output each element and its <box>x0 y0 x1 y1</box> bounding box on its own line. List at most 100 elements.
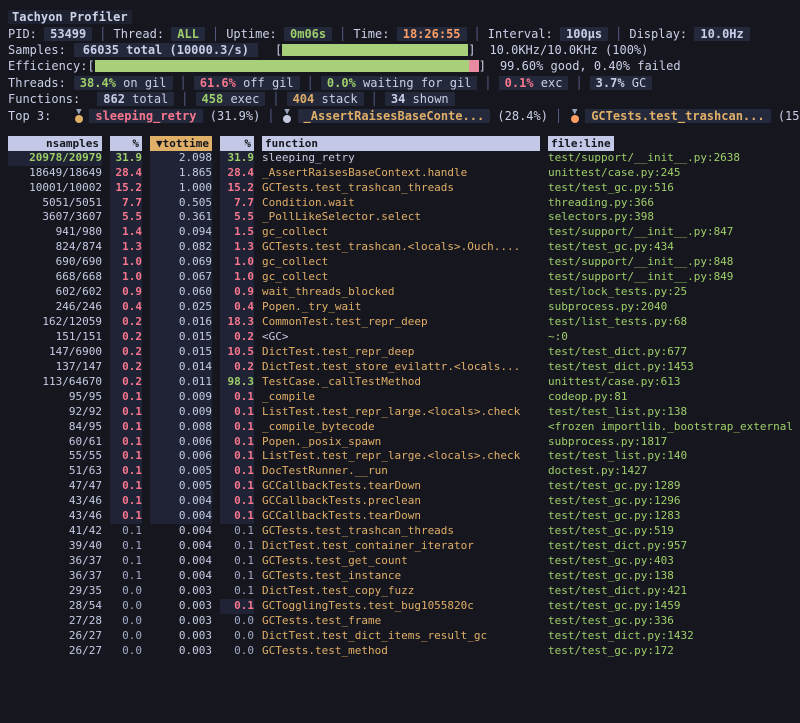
cell-function: _PollLikeSelector.select <box>262 210 540 225</box>
metric-unit: waiting for gil <box>356 76 472 90</box>
samples-bar-close-bracket: ] <box>468 43 475 57</box>
cell-function: DictTest.test_store_evilattr.<locals... <box>262 360 540 375</box>
cell-file-line: test/list_tests.py:68 <box>548 315 800 330</box>
cell-pct-cumulative: 0.1 <box>220 390 254 405</box>
silver-medal-icon <box>282 109 293 123</box>
table-row: 95/950.10.0090.1_compilecodeop.py:81 <box>8 390 800 405</box>
column-header-function[interactable]: function <box>262 136 540 151</box>
top-function-pct: (15.2%) <box>771 109 800 123</box>
table-row: 47/470.10.0050.1GCCallbackTests.tearDown… <box>8 479 800 494</box>
samples-line: Samples:66035 total (10000.3/s)[]10.0KHz… <box>8 42 800 58</box>
cell-tottime: 0.011 <box>150 375 212 390</box>
column-header-pct-direct[interactable]: % <box>110 136 142 151</box>
metric-value: 0.1% <box>505 76 534 90</box>
cell-pct-direct: 0.2 <box>110 375 142 390</box>
separator-icon: │ <box>568 76 589 90</box>
table-row: 55/550.10.0060.1ListTest.test_repr_large… <box>8 449 800 464</box>
cell-tottime: 0.009 <box>150 390 212 405</box>
cell-nsamples: 690/690 <box>8 255 102 270</box>
cell-nsamples: 3607/3607 <box>8 210 102 225</box>
status-label: PID: <box>8 27 44 41</box>
table-row: 3607/36075.50.3615.5_PollLikeSelector.se… <box>8 210 800 225</box>
column-header-tottime[interactable]: ▼tottime <box>150 136 212 151</box>
table-row: 824/8741.30.0821.3GCTests.test_trashcan.… <box>8 240 800 255</box>
top-function-name: GCTests.test_trashcan... <box>585 109 770 123</box>
cell-nsamples: 47/47 <box>8 479 102 494</box>
cell-pct-direct: 15.2 <box>110 181 142 196</box>
metric-chip: 0.0% waiting for gil <box>321 76 478 90</box>
cell-pct-cumulative: 98.3 <box>220 375 254 390</box>
table-row: 137/1470.20.0140.2DictTest.test_store_ev… <box>8 360 800 375</box>
cell-pct-cumulative: 0.4 <box>220 300 254 315</box>
table-row: 36/370.10.0040.1GCTests.test_get_countte… <box>8 554 800 569</box>
status-value: 10.0Hz <box>694 27 749 41</box>
cell-pct-cumulative: 0.1 <box>220 584 254 599</box>
cell-tottime: 0.082 <box>150 240 212 255</box>
table-row: 26/270.00.0030.0GCTests.test_methodtest/… <box>8 644 800 659</box>
cell-nsamples: 26/27 <box>8 629 102 644</box>
metric-chip: 458 exec <box>196 92 266 106</box>
cell-file-line: test/support/__init__.py:848 <box>548 255 800 270</box>
separator-icon: │ <box>174 92 195 106</box>
cell-pct-direct: 0.1 <box>110 420 142 435</box>
status-value: 18:26:55 <box>397 27 467 41</box>
cell-pct-direct: 1.0 <box>110 270 142 285</box>
table-row: 151/1510.20.0150.2<GC>~:0 <box>8 330 800 345</box>
cell-function: ListTest.test_repr_large.<locals>.check <box>262 449 540 464</box>
cell-tottime: 0.004 <box>150 539 212 554</box>
cell-tottime: 0.006 <box>150 449 212 464</box>
cell-nsamples: 36/37 <box>8 554 102 569</box>
cell-file-line: test/test_gc.py:516 <box>548 181 800 196</box>
cell-pct-direct: 0.1 <box>110 554 142 569</box>
cell-pct-cumulative: 0.1 <box>220 539 254 554</box>
cell-pct-direct: 0.1 <box>110 435 142 450</box>
metric-value: 34 <box>391 92 405 106</box>
cell-file-line: threading.py:366 <box>548 196 800 211</box>
table-row: 43/460.10.0040.1GCCallbackTests.tearDown… <box>8 509 800 524</box>
cell-nsamples: 95/95 <box>8 390 102 405</box>
column-header-file-line[interactable]: file:line <box>548 136 614 151</box>
cell-function: GCCallbackTests.tearDown <box>262 479 540 494</box>
cell-nsamples: 147/6900 <box>8 345 102 360</box>
status-label: Uptime: <box>226 27 284 41</box>
cell-pct-cumulative: 1.0 <box>220 255 254 270</box>
cell-function: <GC> <box>262 330 540 345</box>
efficiency-bar-open-bracket: [ <box>87 59 94 73</box>
column-header-pct-cumulative[interactable]: % <box>220 136 254 151</box>
metric-chip: 404 stack <box>287 92 364 106</box>
separator-icon: │ <box>608 27 629 41</box>
threads-label: Threads: <box>8 76 66 90</box>
footer-legend: nsamples: direct/cumulative (direct=exec… <box>8 720 800 723</box>
cell-pct-direct: 0.1 <box>110 449 142 464</box>
status-bar: PID: 53499│Thread: ALL│Uptime: 0m06s│Tim… <box>8 25 800 41</box>
cell-function: DocTestRunner.__run <box>262 464 540 479</box>
cell-tottime: 0.003 <box>150 584 212 599</box>
column-header-nsamples[interactable]: nsamples <box>8 136 102 151</box>
table-row: 162/120590.20.01618.3CommonTest.test_rep… <box>8 315 800 330</box>
cell-pct-direct: 5.5 <box>110 210 142 225</box>
cell-tottime: 0.004 <box>150 524 212 539</box>
cell-tottime: 0.005 <box>150 464 212 479</box>
cell-pct-direct: 0.1 <box>110 524 142 539</box>
table-row: 28/540.00.0030.1GCTogglingTests.test_bug… <box>8 599 800 614</box>
separator-icon: │ <box>477 76 498 90</box>
table-row: 690/6901.00.0691.0gc_collecttest/support… <box>8 255 800 270</box>
cell-pct-cumulative: 28.4 <box>220 166 254 181</box>
table-row: 246/2460.40.0250.4Popen._try_waitsubproc… <box>8 300 800 315</box>
separator-icon: │ <box>173 76 194 90</box>
metric-value: 0.0% <box>327 76 356 90</box>
top-function-name: _AssertRaisesBaseConte... <box>298 109 491 123</box>
metric-chip: 0.1% exc <box>499 76 569 90</box>
cell-pct-cumulative: 0.1 <box>220 435 254 450</box>
top3-list: sleeping_retry (31.9%)│_AssertRaisesBase… <box>73 109 800 123</box>
cell-file-line: test/test_gc.py:1283 <box>548 509 800 524</box>
cell-function: gc_collect <box>262 270 540 285</box>
cell-pct-cumulative: 5.5 <box>220 210 254 225</box>
samples-rate: 10.0KHz/10.0KHz (100%) <box>489 43 648 57</box>
status-value: ALL <box>171 27 205 41</box>
cell-tottime: 0.025 <box>150 300 212 315</box>
cell-pct-cumulative: 0.0 <box>220 629 254 644</box>
cell-nsamples: 602/602 <box>8 285 102 300</box>
cell-file-line: <frozen importlib._bootstrap_external <box>548 420 800 435</box>
cell-pct-cumulative: 1.5 <box>220 225 254 240</box>
